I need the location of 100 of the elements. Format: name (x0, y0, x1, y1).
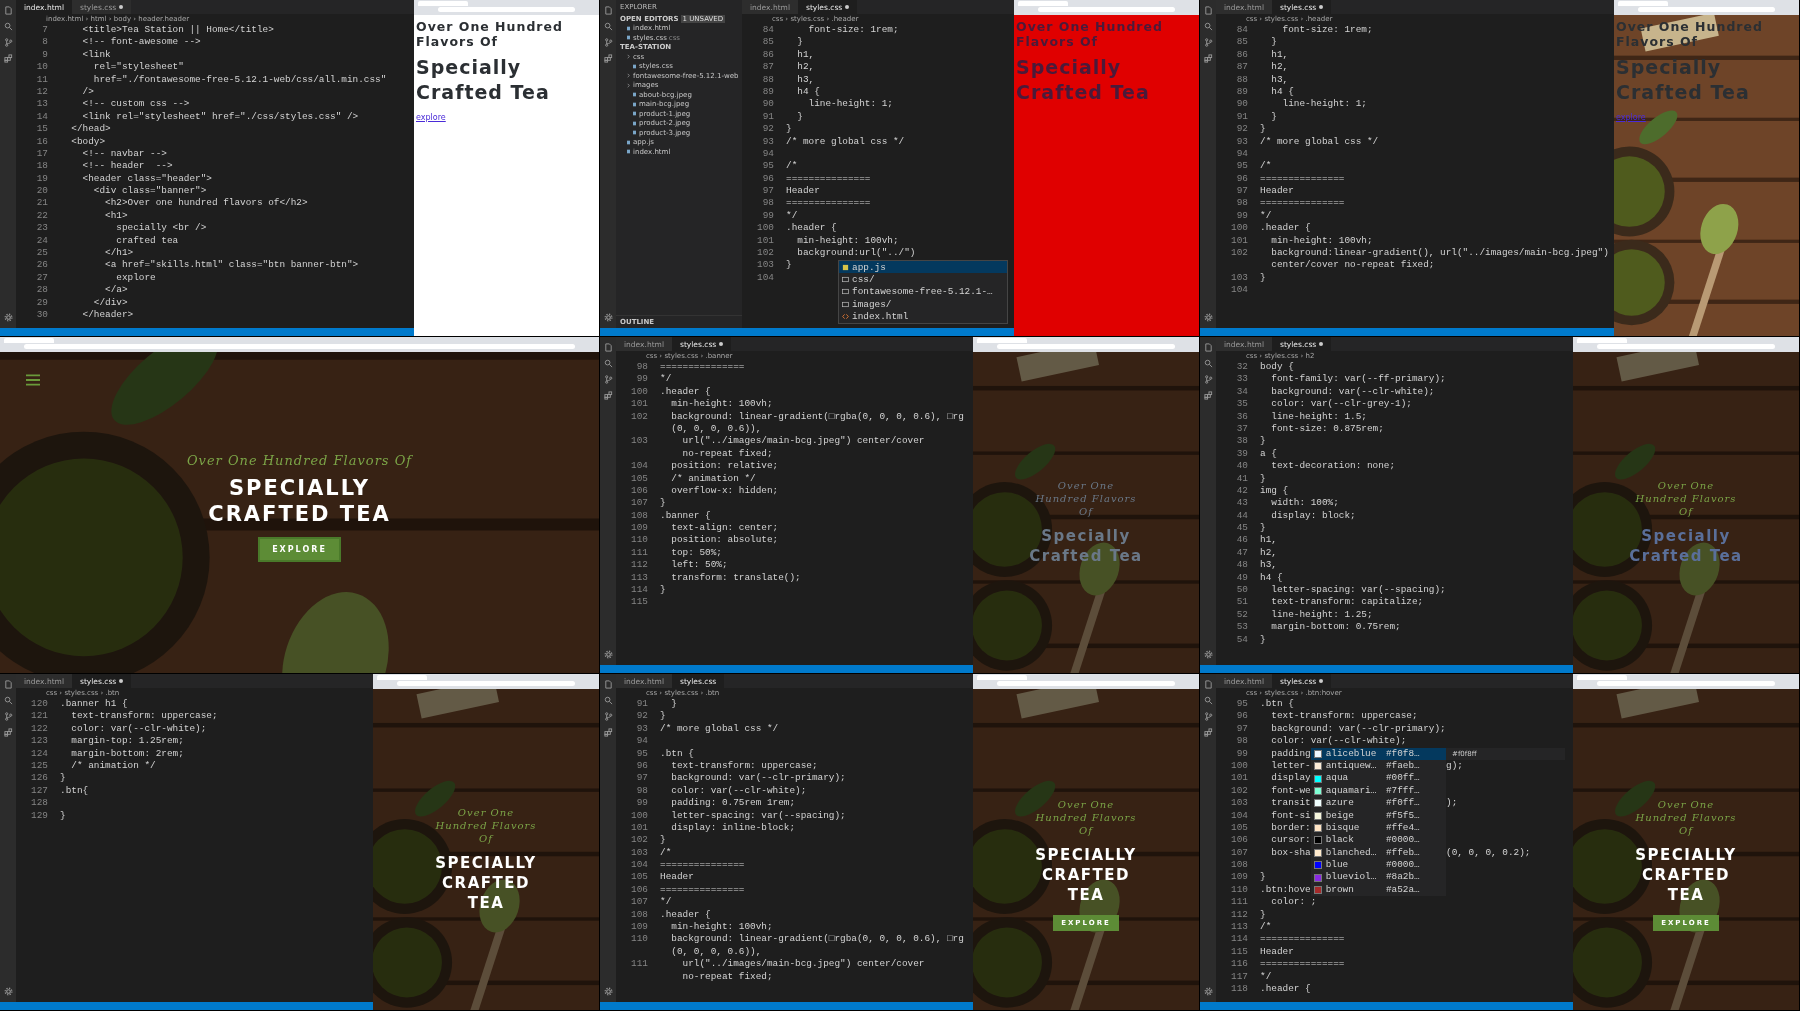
suggestion-item[interactable]: blue #0000… (1310, 859, 1446, 872)
code-line: display: block; (1270, 509, 1356, 523)
code-line: /* animation */ (70, 759, 156, 773)
extensions-icon[interactable] (1203, 54, 1213, 63)
files-icon[interactable] (3, 680, 13, 689)
suggestion-item[interactable]: blueviol… #8a2b… (1310, 871, 1446, 884)
search-icon[interactable] (603, 22, 613, 31)
files-icon[interactable] (1203, 6, 1213, 15)
address-field[interactable] (1038, 7, 1175, 12)
line-number: 9 (41, 48, 49, 62)
code-line: .header { (786, 222, 837, 235)
line-number: 97 (1235, 185, 1249, 198)
code-line: min-height: 100vh; (670, 921, 773, 934)
address-field[interactable] (397, 681, 575, 686)
line-number: 18 (35, 160, 49, 173)
code-line: margin-top: 1.25rem; (70, 735, 184, 748)
line-number: 103 (756, 259, 775, 272)
files-icon[interactable] (603, 343, 613, 352)
menu-icon[interactable] (26, 374, 40, 386)
extensions-icon[interactable] (3, 54, 13, 63)
line-number: 91 (761, 110, 775, 124)
code-text: padding (1270, 747, 1311, 759)
line-number: 16 (35, 135, 49, 148)
extensions-icon[interactable] (3, 728, 13, 737)
branch-icon[interactable] (3, 38, 13, 47)
code-line: (0, 0, 0, 0.6)), (670, 945, 762, 959)
suggestion-item[interactable]: azure #f0ff… (1310, 797, 1446, 810)
settings-icon[interactable] (3, 987, 13, 996)
extensions-icon[interactable] (1203, 728, 1213, 737)
address-field[interactable] (1597, 681, 1775, 686)
line-number: 103 (1230, 271, 1249, 285)
settings-icon[interactable] (1203, 313, 1213, 322)
files-icon[interactable] (1203, 680, 1213, 689)
code-text: (0, 0, 0, 0.2); (1446, 846, 1531, 860)
code-line: </a> (104, 284, 128, 297)
address-field[interactable] (997, 681, 1175, 686)
suggestion-item[interactable]: aliceblue #f0f8… (1310, 747, 1446, 760)
code-line: background:url("../") (796, 247, 916, 260)
address-field[interactable] (1597, 344, 1775, 349)
line-number: 127 (30, 784, 49, 798)
code-line: =============== (786, 197, 871, 210)
suggestion-item[interactable]: app.js (839, 261, 1007, 274)
extensions-icon[interactable] (603, 54, 613, 63)
code-line: /* animation */ (670, 472, 756, 485)
address-field[interactable] (438, 7, 575, 12)
settings-icon[interactable] (603, 650, 613, 659)
line-number: 109 (630, 522, 649, 535)
code-line: =============== (1260, 197, 1345, 210)
settings-icon[interactable] (603, 987, 613, 996)
files-icon[interactable] (603, 680, 613, 689)
search-icon[interactable] (1203, 22, 1213, 31)
line-number: 84 (1235, 24, 1249, 37)
settings-icon[interactable] (1203, 987, 1213, 996)
extensions-icon[interactable] (1203, 391, 1213, 400)
line-number: 99 (635, 373, 649, 386)
suggestion-item[interactable]: index.html (839, 310, 1007, 323)
branch-icon[interactable] (1203, 375, 1213, 384)
code-line: padding: 0.75rem 1rem; (670, 797, 796, 810)
line-number: 104 (630, 460, 649, 473)
settings-icon[interactable] (603, 313, 613, 322)
files-icon[interactable] (3, 6, 13, 15)
search-icon[interactable] (603, 696, 613, 705)
line-number: 99 (761, 209, 775, 223)
search-icon[interactable] (1203, 359, 1213, 368)
search-icon[interactable] (1203, 696, 1213, 705)
suggestion-item[interactable]: fontawesome-free-5.12.1-… (839, 285, 1007, 299)
suggestion-item[interactable]: black #0000… (1310, 834, 1446, 847)
address-field[interactable] (1638, 7, 1775, 12)
extensions-icon[interactable] (603, 391, 613, 400)
line-number: 99 (635, 797, 649, 810)
files-icon[interactable] (1203, 343, 1213, 352)
explore-link[interactable]: explore (416, 113, 446, 122)
suggestion-item[interactable]: images/ (839, 298, 1007, 311)
line-number: 114 (1230, 933, 1249, 946)
search-icon[interactable] (3, 696, 13, 705)
code-line: h2, (1260, 546, 1277, 560)
search-icon[interactable] (3, 22, 13, 31)
branch-icon[interactable] (603, 712, 613, 721)
branch-icon[interactable] (1203, 712, 1213, 721)
line-number: 28 (35, 284, 49, 297)
line-number: 23 (35, 222, 49, 235)
suggestion-item[interactable]: css/ (839, 273, 1007, 286)
code-line: margin-bottom: 0.75rem; (1270, 621, 1401, 634)
code-line: h3, (1270, 73, 1289, 86)
settings-icon[interactable] (1203, 650, 1213, 659)
files-icon[interactable] (603, 6, 613, 15)
settings-icon[interactable] (3, 313, 13, 322)
line-number: 98 (1235, 197, 1249, 210)
suggestion-item[interactable]: aqua #00ff… (1310, 772, 1446, 785)
code-line: */ (1260, 209, 1272, 223)
line-number: 93 (1235, 135, 1249, 148)
explore-button[interactable]: EXPLORE (258, 536, 341, 562)
search-icon[interactable] (603, 359, 613, 368)
address-field[interactable] (997, 344, 1175, 349)
address-field[interactable] (24, 344, 575, 349)
branch-icon[interactable] (1203, 38, 1213, 47)
branch-icon[interactable] (603, 375, 613, 384)
extensions-icon[interactable] (603, 728, 613, 737)
branch-icon[interactable] (603, 38, 613, 47)
branch-icon[interactable] (3, 712, 13, 721)
